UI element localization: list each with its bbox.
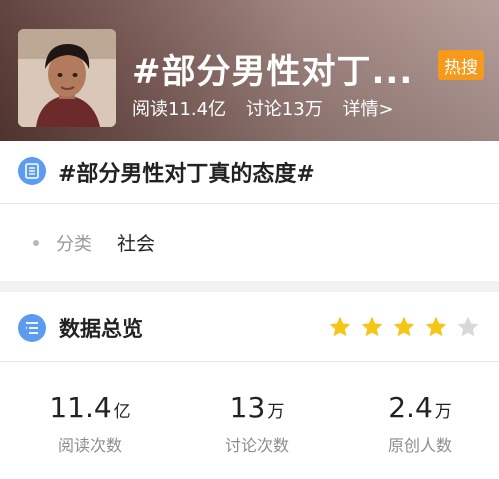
hot-search-badge: 热搜 — [438, 50, 484, 80]
overview-header: 数据总览 — [0, 292, 499, 362]
details-link[interactable]: 详情> — [342, 99, 393, 120]
metric-unit: 万 — [267, 402, 285, 422]
topic-avatar — [18, 29, 116, 127]
data-overview-card: 数据总览 11.4 亿 阅读次数 13 万 讨论次数 2.4 万 原创人数 — [0, 292, 499, 479]
metric-value: 11.4 — [49, 391, 112, 424]
discussion-count: 讨论13万 — [245, 99, 323, 120]
overview-title: 数据总览 — [59, 317, 143, 341]
topic-header-banner: #部分男性对丁... 热搜 阅读11.4亿 讨论13万 详情> — [0, 0, 499, 141]
metric-original-authors: 2.4 万 原创人数 — [340, 392, 499, 456]
star-filled-icon — [393, 316, 415, 337]
topic-title: #部分男性对丁... — [132, 52, 414, 92]
rating-stars — [328, 315, 480, 339]
category-label: 分类 — [56, 234, 92, 255]
metric-label: 原创人数 — [387, 436, 452, 455]
star-filled-icon — [361, 316, 383, 337]
star-filled-icon — [425, 316, 447, 337]
category-value[interactable]: 社会 — [117, 229, 155, 256]
star-filled-icon — [329, 316, 351, 337]
category-row: 分类 社会 — [0, 204, 499, 281]
topic-name-row: #部分男性对丁真的态度# — [0, 141, 499, 204]
read-count: 阅读11.4亿 — [132, 99, 227, 120]
bullet-dot — [33, 240, 39, 246]
list-icon — [18, 314, 46, 342]
metric-value: 2.4 — [388, 391, 433, 424]
metric-label: 阅读次数 — [57, 436, 122, 455]
star-empty-icon — [457, 316, 479, 337]
topic-info-card: #部分男性对丁真的态度# 分类 社会 — [0, 141, 499, 281]
metric-label: 讨论次数 — [224, 436, 289, 455]
metric-unit: 万 — [434, 402, 452, 422]
document-icon — [18, 157, 46, 185]
topic-stats: 阅读11.4亿 讨论13万 详情> — [132, 95, 408, 121]
metric-reads: 11.4 亿 阅读次数 — [10, 392, 170, 456]
metric-unit: 亿 — [113, 402, 131, 422]
metric-value: 13 — [229, 391, 266, 424]
topic-name: #部分男性对丁真的态度# — [58, 162, 315, 187]
metric-discussions: 13 万 讨论次数 — [177, 392, 337, 456]
